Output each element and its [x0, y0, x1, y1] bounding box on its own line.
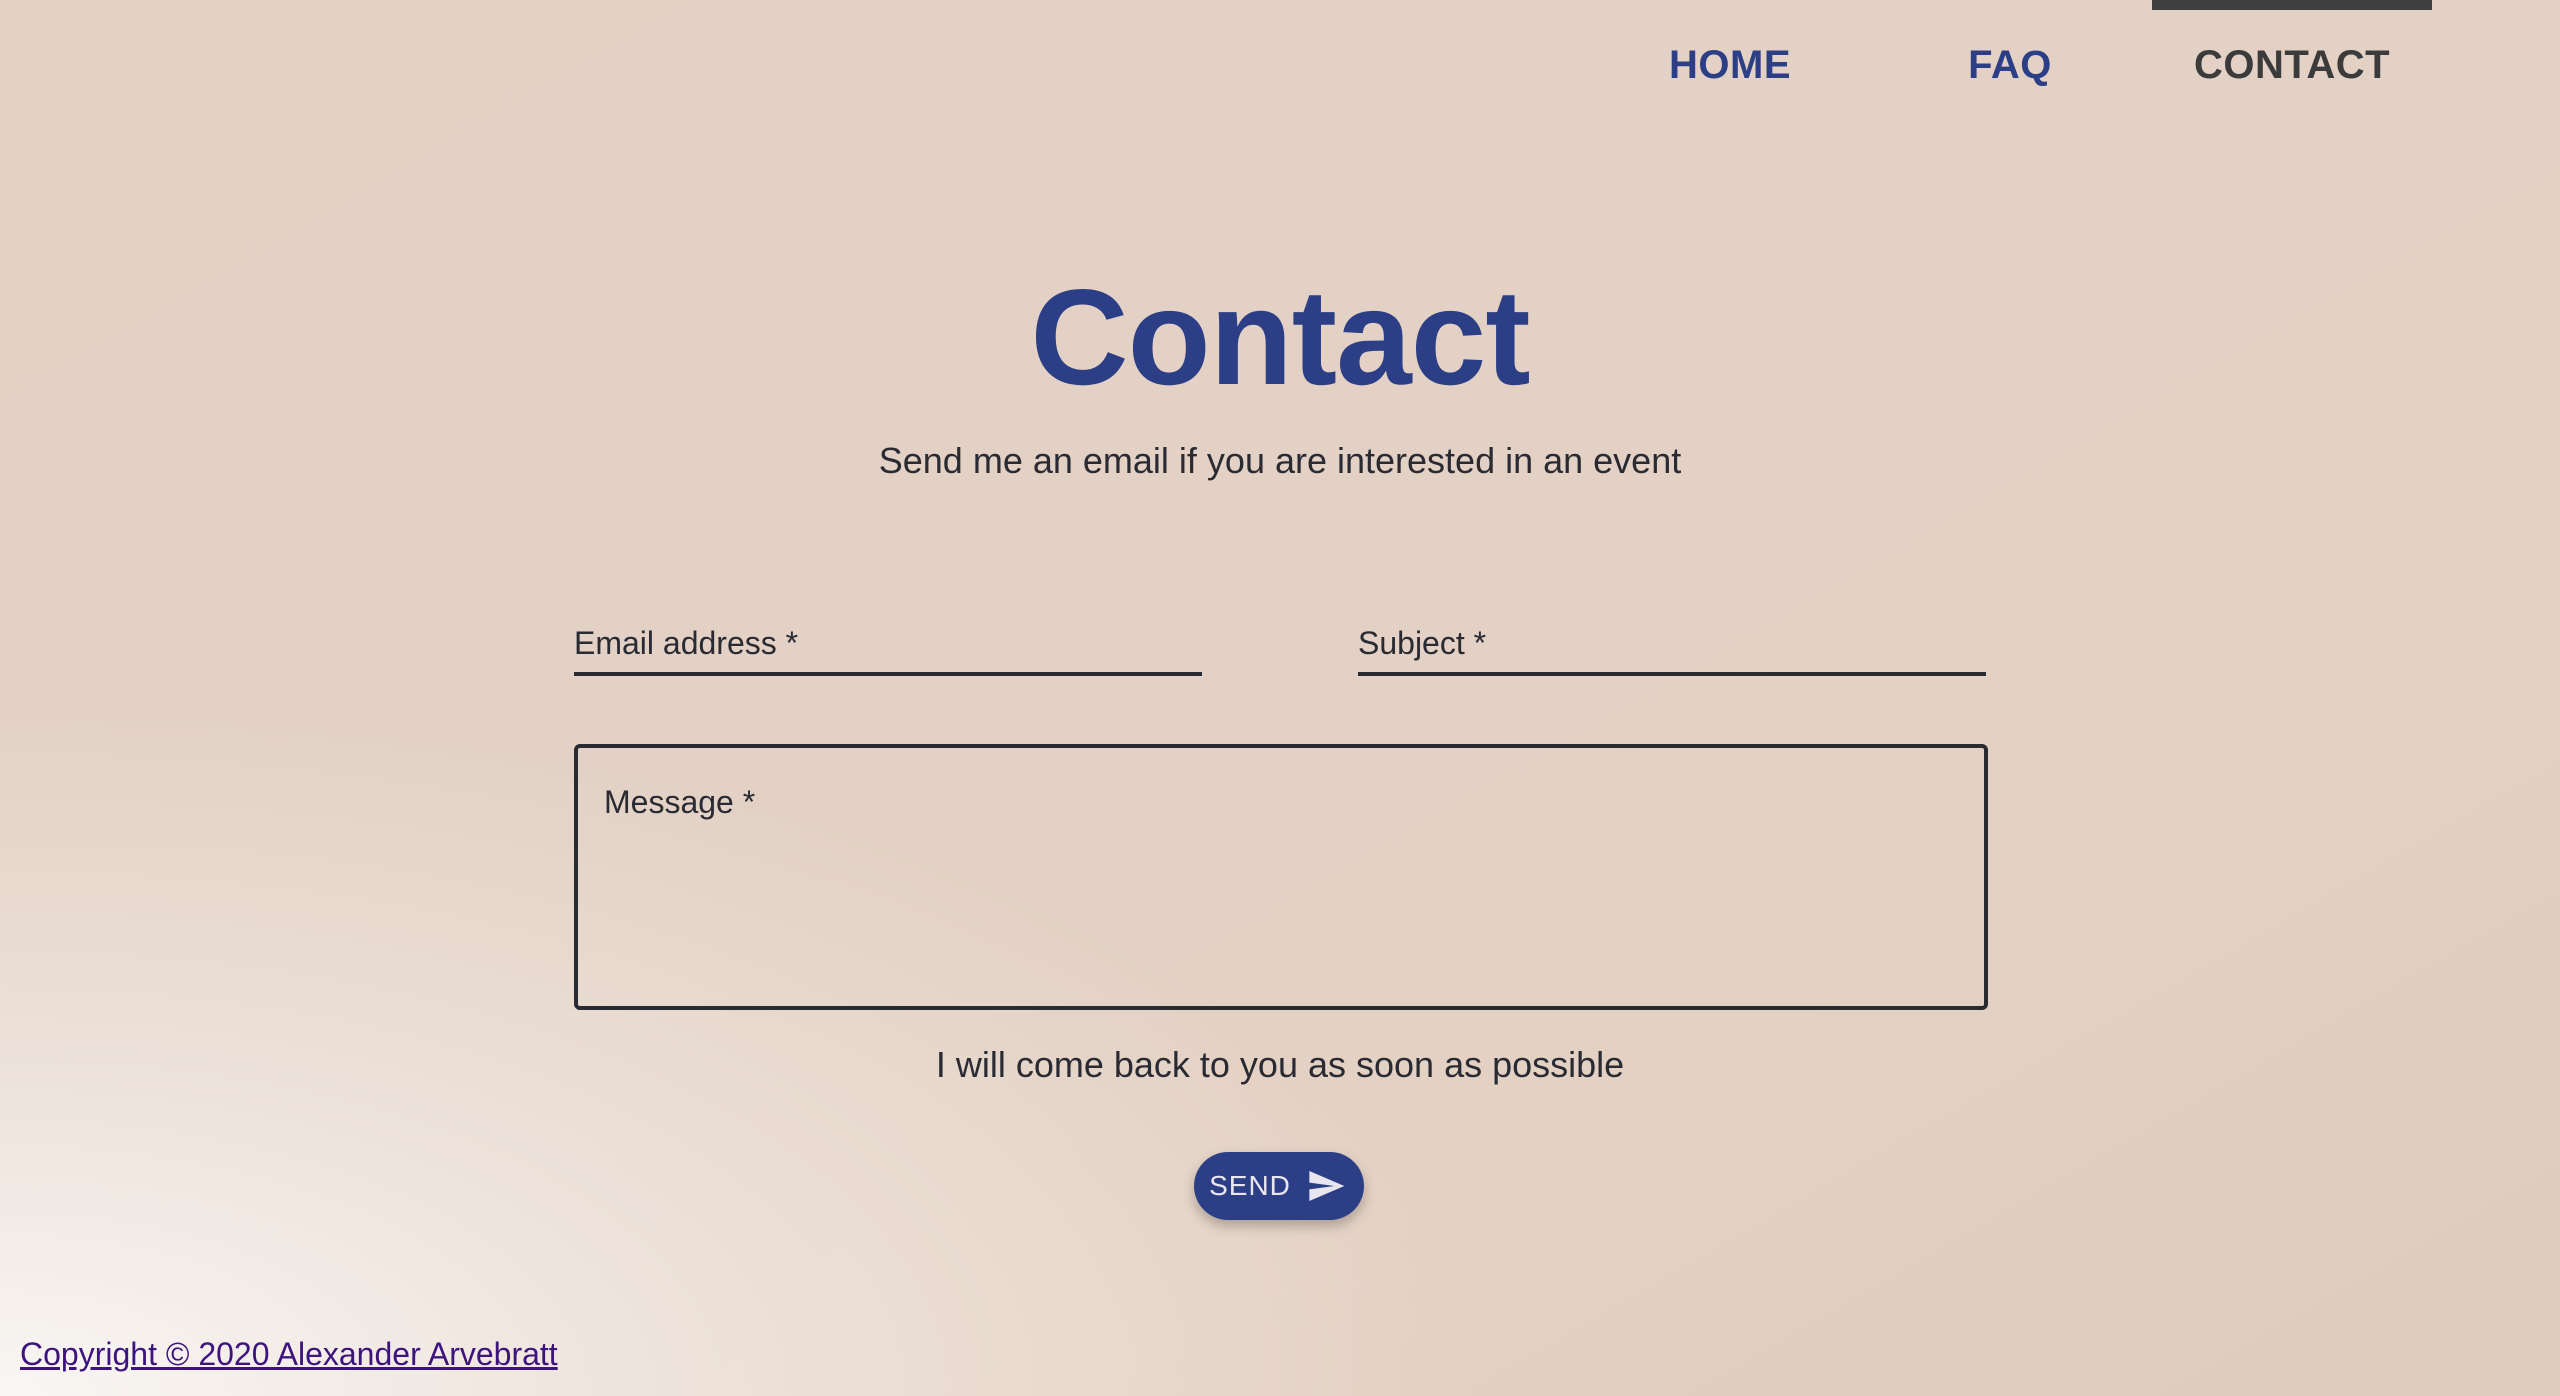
subject-input[interactable] — [1358, 624, 1990, 674]
message-field[interactable]: Message * — [574, 744, 1988, 1010]
page-subtitle: Send me an email if you are interested i… — [878, 440, 1682, 481]
send-icon — [1309, 1171, 1345, 1201]
email-field[interactable]: Email address * — [574, 624, 1206, 676]
send-button-label: SEND — [1209, 1170, 1291, 1201]
nav-item-faq[interactable]: FAQ — [1900, 0, 2120, 130]
copyright-link[interactable]: Copyright © 2020 Alexander Arvebratt — [20, 1336, 558, 1373]
send-button[interactable]: SEND — [1194, 1152, 1364, 1220]
page-title: Contact — [1030, 261, 1530, 413]
nav-item-home[interactable]: HOME — [1620, 0, 1840, 130]
subject-field[interactable]: Subject * — [1358, 624, 1990, 676]
nav-item-contact[interactable]: CONTACT — [2152, 0, 2432, 130]
message-textarea[interactable] — [578, 748, 1988, 1010]
email-input[interactable] — [574, 624, 1206, 674]
response-note: I will come back to you as soon as possi… — [935, 1044, 1625, 1085]
